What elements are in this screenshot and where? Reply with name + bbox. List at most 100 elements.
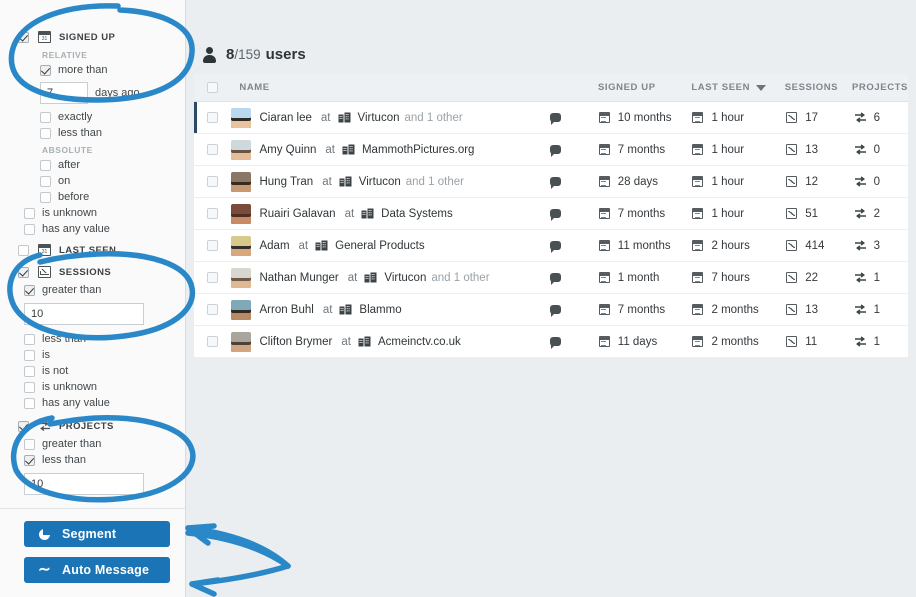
column-header-projects[interactable]: PROJECTS [852,82,908,93]
less-than-projects-label: less than [42,454,87,466]
cell-chat[interactable] [550,113,599,125]
option-has-any-value-signed[interactable]: has any value [0,221,185,237]
is-not-sessions-checkbox[interactable] [24,365,35,377]
filter-group-sessions[interactable]: SESSIONS [0,263,185,281]
more-than-label: more than [58,64,108,76]
select-all-cell[interactable] [194,82,231,93]
signed-up-value-input[interactable]: 7 [40,82,88,104]
row-select-checkbox[interactable] [207,336,219,347]
option-is-not-sessions[interactable]: is not [0,363,185,379]
row-select-cell[interactable] [194,176,231,187]
before-checkbox[interactable] [40,191,51,203]
less-than-signed-checkbox[interactable] [40,127,51,139]
filter-group-last-seen[interactable]: LAST SEEN [0,241,185,259]
after-checkbox[interactable] [40,159,51,171]
option-less-than-sessions[interactable]: less than [0,331,185,347]
sessions-value-input[interactable]: 10 [24,303,144,325]
chat-bubble-icon[interactable] [550,145,562,157]
option-more-than[interactable]: more than [0,62,185,78]
row-select-cell[interactable] [194,208,231,219]
table-row[interactable]: Ciaran lee at Virtucon and 1 other 10 months… [194,102,908,134]
has-any-value-sessions-checkbox[interactable] [24,397,35,409]
cell-chat[interactable] [550,145,599,157]
chat-bubble-icon[interactable] [550,241,562,253]
cell-chat[interactable] [550,273,599,285]
option-is-sessions[interactable]: is [0,347,185,363]
cell-sessions: 414 [786,240,853,252]
row-select-cell[interactable] [194,304,231,315]
segment-button[interactable]: Segment [24,521,170,547]
filter-group-projects[interactable]: PROJECTS [0,417,185,435]
option-exactly[interactable]: exactly [0,109,185,125]
table-row[interactable]: Ruairi Galavan at Data Systems 7 months 1 ho… [194,198,908,230]
cell-chat[interactable] [550,241,599,253]
option-before[interactable]: before [0,189,185,205]
option-less-than-signed[interactable]: less than [0,125,185,141]
auto-message-button[interactable]: ∼ Auto Message [24,557,170,583]
table-row[interactable]: Arron Buhl at Blammo 7 months 2 months 13 1 [194,294,908,326]
option-is-unknown-signed[interactable]: is unknown [0,205,185,221]
row-select-cell[interactable] [194,272,231,283]
is-sessions-checkbox[interactable] [24,349,35,361]
more-than-checkbox[interactable] [40,64,51,76]
is-unknown-sessions-checkbox[interactable] [24,381,35,393]
cell-last-seen: 2 months [692,304,786,316]
option-is-unknown-sessions[interactable]: is unknown [0,379,185,395]
signed-up-checkbox[interactable] [18,31,29,43]
cell-chat[interactable] [550,209,599,221]
segment-button-label: Segment [62,527,117,541]
option-less-than-projects[interactable]: less than [0,452,185,468]
column-header-name[interactable]: NAME [231,82,549,93]
cell-chat[interactable] [550,177,599,189]
projects-value-input[interactable]: 10 [24,473,144,495]
select-all-checkbox[interactable] [207,82,219,93]
row-select-checkbox[interactable] [207,208,219,219]
row-select-cell[interactable] [194,144,231,155]
sessions-checkbox[interactable] [18,266,29,278]
projects-checkbox[interactable] [18,420,29,432]
row-select-checkbox[interactable] [207,144,219,155]
row-select-checkbox[interactable] [207,240,219,251]
option-greater-than-projects[interactable]: greater than [0,436,185,452]
option-on[interactable]: on [0,173,185,189]
table-row[interactable]: Adam at General Products 11 months 2 hours 41… [194,230,908,262]
chat-bubble-icon[interactable] [550,273,562,285]
cell-chat[interactable] [550,337,599,349]
column-header-sessions[interactable]: SESSIONS [785,82,852,93]
filter-group-signed-up[interactable]: SIGNED UP [0,28,185,46]
option-has-any-value-sessions[interactable]: has any value [0,395,185,411]
chat-bubble-icon[interactable] [550,177,562,189]
row-select-checkbox[interactable] [207,272,219,283]
greater-than-sessions-checkbox[interactable] [24,284,35,296]
less-than-projects-checkbox[interactable] [24,454,35,466]
row-select-checkbox[interactable] [207,304,219,315]
row-select-cell[interactable] [194,336,231,347]
table-row[interactable]: Nathan Munger at Virtucon and 1 other 1 mont… [194,262,908,294]
table-row[interactable]: Clifton Brymer at Acmeinctv.co.uk 11 days 2 … [194,326,908,358]
chat-bubble-icon[interactable] [550,113,562,125]
cell-signed-up: 7 months [598,208,693,220]
row-select-cell[interactable] [194,240,231,251]
has-any-value-signed-checkbox[interactable] [24,223,35,235]
transfer-icon [854,144,867,155]
greater-than-projects-checkbox[interactable] [24,438,35,450]
on-checkbox[interactable] [40,175,51,187]
cell-chat[interactable] [550,305,599,317]
chat-bubble-icon[interactable] [550,209,562,221]
option-greater-than-sessions[interactable]: greater than [0,282,185,298]
less-than-sessions-checkbox[interactable] [24,333,35,345]
column-header-last-seen[interactable]: LAST SEEN [691,82,784,93]
table-row[interactable]: Amy Quinn at MammothPictures.org 7 months 1 … [194,134,908,166]
transfer-icon [854,112,867,123]
exactly-checkbox[interactable] [40,111,51,123]
last-seen-checkbox[interactable] [18,244,29,256]
row-select-checkbox[interactable] [207,112,219,123]
row-select-checkbox[interactable] [207,176,219,187]
chat-bubble-icon[interactable] [550,337,562,349]
row-select-cell[interactable] [194,112,231,123]
is-unknown-signed-checkbox[interactable] [24,207,35,219]
option-after[interactable]: after [0,157,185,173]
chat-bubble-icon[interactable] [550,305,562,317]
table-row[interactable]: Hung Tran at Virtucon and 1 other 28 days 1 h… [194,166,908,198]
column-header-signed-up[interactable]: SIGNED UP [598,82,691,93]
